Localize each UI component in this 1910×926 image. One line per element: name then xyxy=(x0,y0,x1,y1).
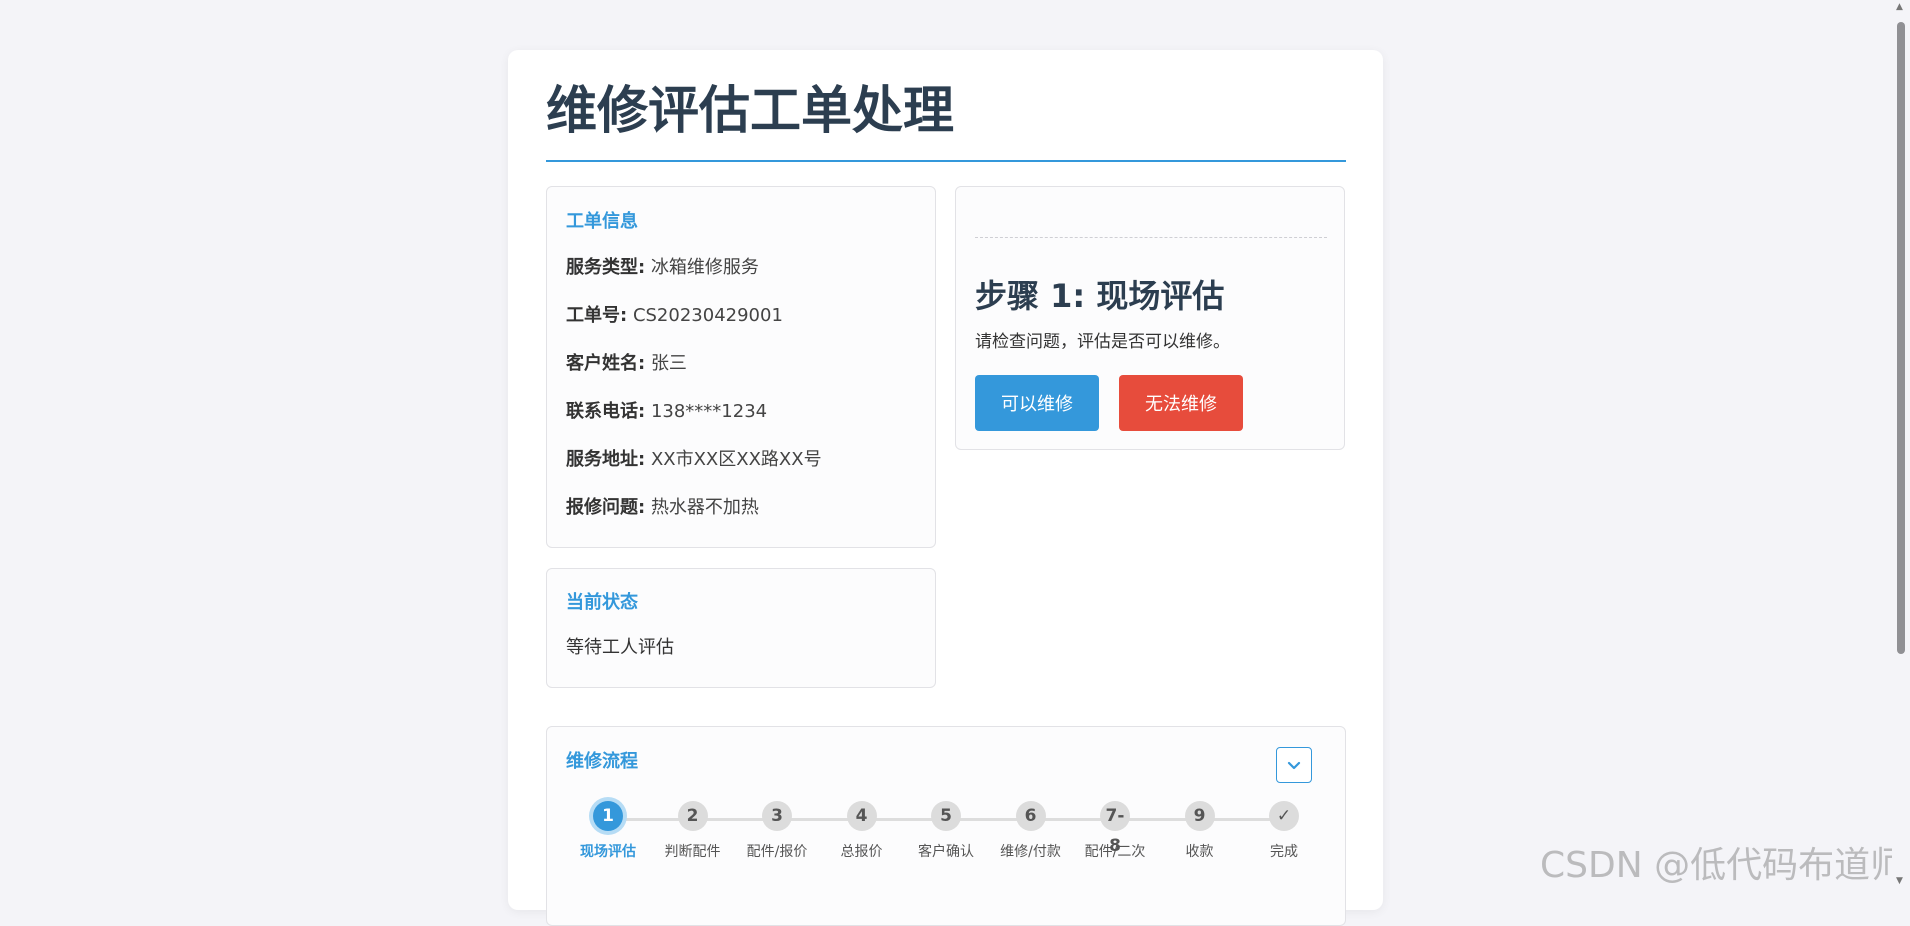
order-info-card: 工单信息 服务类型: 冰箱维修服务 工单号: CS20230429001 客户姓… xyxy=(546,186,936,548)
flow-step-number: 2 xyxy=(677,801,708,831)
flow-step: 1 现场评估 xyxy=(566,801,650,861)
current-step-card: 步骤 1: 现场评估 请检查问题，评估是否可以维修。 可以维修 无法维修 xyxy=(955,186,1345,450)
info-value: CS20230429001 xyxy=(632,305,783,326)
info-value: 138****1234 xyxy=(650,401,768,422)
info-row-phone: 联系电话: 138****1234 xyxy=(566,397,767,423)
flow-toggle-button[interactable] xyxy=(1276,747,1312,783)
info-row-address: 服务地址: XX市XX区XX路XX号 xyxy=(566,445,822,471)
info-row-issue: 报修问题: 热水器不加热 xyxy=(566,493,759,519)
flow-heading: 维修流程 xyxy=(566,751,638,772)
page-scrollbar[interactable]: ▲ ▼ xyxy=(1892,0,1910,890)
status-card: 当前状态 等待工人评估 xyxy=(546,568,936,688)
info-row-service-type: 服务类型: 冰箱维修服务 xyxy=(566,253,759,279)
flow-step-label: 现场评估 xyxy=(580,844,636,860)
info-row-order-number: 工单号: CS20230429001 xyxy=(566,301,783,327)
flow-step-number: 3 xyxy=(762,801,792,831)
can-repair-button[interactable]: 可以维修 xyxy=(975,375,1099,431)
flow-step-number: 7-8 xyxy=(1100,801,1130,856)
flow-step-label: 维修/付款 xyxy=(1000,844,1061,860)
info-label: 服务地址: xyxy=(566,449,646,470)
info-label: 联系电话: xyxy=(566,401,646,422)
info-value: XX市XX区XX路XX号 xyxy=(650,449,822,470)
flow-step: 9 收款 xyxy=(1158,801,1242,861)
flow-step-label: 收款 xyxy=(1185,844,1214,860)
step-title: 步骤 1: 现场评估 xyxy=(975,277,1225,315)
flow-step-label: 完成 xyxy=(1270,844,1298,860)
flow-step: 3 配件/报价 xyxy=(735,801,819,861)
info-label: 报修问题: xyxy=(566,497,646,518)
flow-step-label: 配件/二次 xyxy=(1084,844,1146,860)
flow-step-number: 1 xyxy=(593,801,623,831)
info-label: 客户姓名: xyxy=(566,353,646,374)
flow-step-number: ✓ xyxy=(1269,801,1299,831)
info-row-customer-name: 客户姓名: 张三 xyxy=(566,349,687,375)
info-label: 服务类型: xyxy=(566,257,646,278)
info-value: 冰箱维修服务 xyxy=(650,257,759,278)
info-value: 张三 xyxy=(650,353,687,374)
status-heading: 当前状态 xyxy=(566,592,638,613)
chevron-down-icon xyxy=(1287,761,1301,770)
cannot-repair-button[interactable]: 无法维修 xyxy=(1119,375,1243,431)
scroll-thumb[interactable] xyxy=(1897,22,1905,654)
page-title: 维修评估工单处理 xyxy=(546,82,955,141)
step-description: 请检查问题，评估是否可以维修。 xyxy=(975,332,1230,352)
info-label: 工单号: xyxy=(566,305,628,326)
scroll-down-icon[interactable]: ▼ xyxy=(1896,876,1903,886)
flow-step-label: 总报价 xyxy=(840,844,883,860)
flow-step: 6 维修/付款 xyxy=(989,801,1073,861)
title-divider xyxy=(546,160,1346,162)
flow-step-number: 9 xyxy=(1184,801,1215,831)
dashed-divider xyxy=(975,237,1327,238)
flow-step-number: 5 xyxy=(931,801,961,831)
flow-step: 2 判断配件 xyxy=(651,801,735,861)
flow-step-label: 判断配件 xyxy=(664,844,721,860)
status-text: 等待工人评估 xyxy=(566,637,674,658)
flow-step: 7-8 配件/二次 xyxy=(1073,801,1157,861)
flow-step-number: 4 xyxy=(846,801,877,831)
repair-flow-card: 维修流程 1 现场评估 2 判断配件 3 配件/报价 4 总报价 5 客户确认 6 维修/付款 7-8 配… xyxy=(546,726,1346,926)
info-value: 热水器不加热 xyxy=(650,497,759,518)
flow-step-label: 客户确认 xyxy=(918,844,974,860)
flow-step: 4 总报价 xyxy=(820,801,904,861)
flow-step-number: 6 xyxy=(1015,801,1046,831)
watermark: CSDN @低代码布道师 xyxy=(1540,845,1907,886)
scroll-up-icon[interactable]: ▲ xyxy=(1896,2,1903,12)
flow-step: ✓ 完成 xyxy=(1242,801,1326,861)
order-info-heading: 工单信息 xyxy=(566,211,638,232)
main-panel: 维修评估工单处理 工单信息 服务类型: 冰箱维修服务 工单号: CS202304… xyxy=(508,50,1383,926)
flow-step-label: 配件/报价 xyxy=(746,844,808,860)
flow-step: 5 客户确认 xyxy=(904,801,988,861)
